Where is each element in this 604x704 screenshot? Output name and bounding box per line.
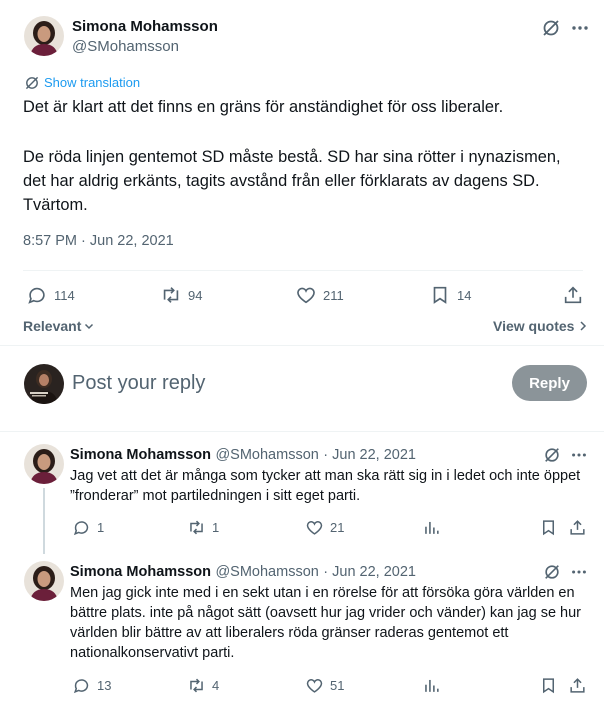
share-action[interactable] bbox=[562, 284, 584, 306]
author-handle[interactable]: @SMohamsson bbox=[72, 38, 179, 55]
like-count: 51 bbox=[330, 678, 345, 693]
bookmark-action[interactable] bbox=[539, 518, 558, 537]
sort-label: Relevant bbox=[23, 318, 82, 334]
heart-icon bbox=[297, 287, 315, 304]
tweet-paragraph-1: Det är klart att det finns en gräns för … bbox=[23, 98, 504, 116]
chevron-down-icon bbox=[85, 323, 94, 330]
reply-author-handle[interactable]: @SMohamsson bbox=[215, 447, 318, 463]
grok-icon[interactable] bbox=[543, 446, 561, 464]
bookmark-action[interactable] bbox=[539, 676, 558, 695]
reply-input[interactable]: Post your reply bbox=[72, 372, 492, 395]
bookmark-icon bbox=[433, 286, 447, 304]
bookmark-count: 14 bbox=[457, 287, 472, 303]
share-icon bbox=[564, 286, 582, 304]
reply-button[interactable]: Reply bbox=[512, 365, 587, 401]
more-options-icon[interactable] bbox=[570, 18, 590, 38]
reply-avatar[interactable] bbox=[24, 444, 64, 484]
heart-icon bbox=[306, 521, 323, 535]
chevron-right-icon bbox=[580, 321, 587, 331]
reply-date[interactable]: · Jun 22, 2021 bbox=[323, 564, 416, 580]
retweet-action[interactable]: 1 bbox=[187, 518, 219, 537]
heart-icon bbox=[306, 679, 323, 693]
reply-avatar[interactable] bbox=[24, 561, 64, 601]
like-count: 211 bbox=[323, 287, 344, 303]
author-avatar[interactable] bbox=[24, 16, 64, 56]
divider bbox=[23, 270, 583, 271]
reply-count: 13 bbox=[97, 678, 112, 693]
translate-icon[interactable] bbox=[24, 75, 40, 91]
bookmark-icon bbox=[542, 520, 555, 536]
like-action[interactable]: 211 bbox=[295, 284, 344, 306]
reply-header: Simona Mohamsson @SMohamsson · Jun 22, 2… bbox=[70, 563, 416, 581]
reply-action[interactable]: 1 bbox=[72, 518, 104, 537]
more-options-icon[interactable] bbox=[570, 563, 588, 581]
reply-action[interactable]: 114 bbox=[26, 284, 75, 306]
views-icon bbox=[425, 521, 439, 534]
share-action[interactable] bbox=[568, 518, 587, 537]
reply-text: Men jag gick inte med i en sekt utan i e… bbox=[70, 585, 582, 661]
sort-dropdown[interactable]: Relevant bbox=[23, 318, 95, 334]
reply-icon bbox=[73, 679, 89, 694]
like-action[interactable]: 51 bbox=[305, 676, 344, 695]
retweet-icon bbox=[190, 520, 203, 535]
like-count: 21 bbox=[330, 520, 345, 535]
tweet-timestamp[interactable]: 8:57 PM · Jun 22, 2021 bbox=[23, 233, 174, 249]
reply-header: Simona Mohamsson @SMohamsson · Jun 22, 2… bbox=[70, 446, 416, 464]
reply-author-name[interactable]: Simona Mohamsson bbox=[70, 564, 211, 580]
author-name[interactable]: Simona Mohamsson bbox=[72, 18, 218, 35]
reply-author-handle[interactable]: @SMohamsson bbox=[215, 564, 318, 580]
retweet-count: 4 bbox=[212, 678, 220, 693]
reply-count: 114 bbox=[54, 287, 75, 303]
grok-icon[interactable] bbox=[543, 563, 561, 581]
more-options-icon[interactable] bbox=[570, 446, 588, 464]
views-icon bbox=[425, 679, 439, 692]
reply-author-name[interactable]: Simona Mohamsson bbox=[70, 447, 211, 463]
divider bbox=[0, 431, 604, 432]
reply-text: Jag vet att det är många som tycker att … bbox=[70, 468, 581, 504]
retweet-count: 1 bbox=[212, 520, 220, 535]
reply-count: 1 bbox=[97, 520, 105, 535]
share-action[interactable] bbox=[568, 676, 587, 695]
reply-action[interactable]: 13 bbox=[72, 676, 111, 695]
thread-connector bbox=[43, 488, 45, 554]
bookmark-icon bbox=[542, 678, 555, 694]
current-user-avatar[interactable] bbox=[24, 364, 64, 404]
tweet-paragraph-2: De röda linjen gentemot SD måste bestå. … bbox=[23, 148, 566, 214]
reply-date[interactable]: · Jun 22, 2021 bbox=[323, 447, 416, 463]
reply-icon bbox=[28, 287, 45, 304]
share-icon bbox=[570, 678, 585, 693]
retweet-icon bbox=[190, 678, 203, 693]
retweet-action[interactable]: 4 bbox=[187, 676, 219, 695]
retweet-icon bbox=[163, 287, 179, 303]
views-action[interactable] bbox=[422, 676, 441, 695]
view-quotes-label: View quotes bbox=[493, 318, 575, 334]
views-action[interactable] bbox=[422, 518, 441, 537]
show-translation-link[interactable]: Show translation bbox=[44, 75, 140, 90]
retweet-action[interactable]: 94 bbox=[160, 284, 202, 306]
reply-icon bbox=[73, 521, 89, 536]
divider bbox=[0, 345, 604, 346]
like-action[interactable]: 21 bbox=[305, 518, 344, 537]
bookmark-action[interactable]: 14 bbox=[429, 284, 471, 306]
retweet-count: 94 bbox=[188, 287, 203, 303]
grok-icon[interactable] bbox=[541, 18, 561, 38]
share-icon bbox=[570, 520, 585, 535]
view-quotes-link[interactable]: View quotes bbox=[493, 318, 588, 334]
